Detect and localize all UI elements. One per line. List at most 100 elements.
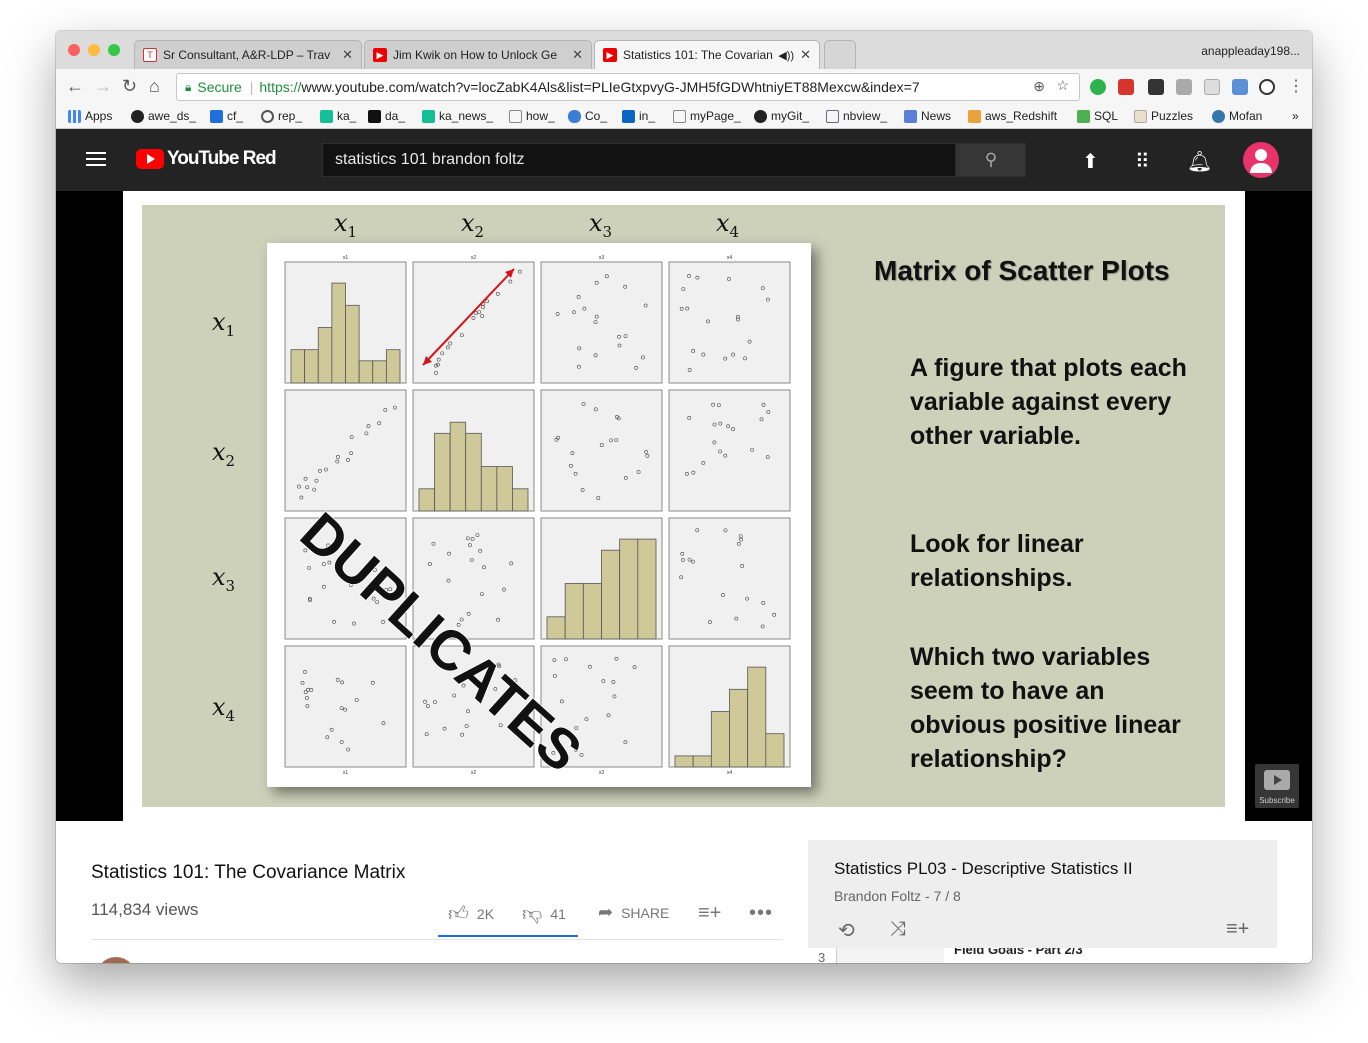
bookmark-mygit[interactable]: myGit_ [754,109,809,123]
matrix-cell [412,645,535,768]
histogram-bar [290,349,306,384]
teal-t-icon: T [143,48,157,62]
secure-label: Secure [197,79,242,95]
search-input[interactable]: statistics 101 brandon foltz [322,143,956,177]
extension-gray-icon[interactable] [1176,79,1192,95]
lock-icon: 🔒︎ [185,79,192,94]
tab-statistics-101[interactable]: ▶ Statistics 101: The Covarian ◀)) ✕ [594,40,820,69]
bookmark-how[interactable]: how_ [509,109,555,123]
playlist-item[interactable]: 3 Field Goals - Part 2/3 [808,948,1277,963]
hamburger-menu-icon[interactable] [86,152,106,166]
histogram-bar [729,688,749,768]
extension-google-icon[interactable] [1259,79,1275,95]
bookmark-news[interactable]: News [904,109,951,123]
bookmark-awe-ds[interactable]: awe_ds_ [131,109,196,123]
extension-blue-icon[interactable] [1232,79,1248,95]
search-button[interactable]: ⚲ [956,143,1026,177]
slide-title: Matrix of Scatter Plots [874,255,1170,286]
maximize-window-button[interactable] [108,44,120,56]
bookmark-star-icon[interactable]: ☆ [1056,77,1069,94]
tab-jim-kwik[interactable]: ▶ Jim Kwik on How to Unlock Ge ✕ [364,40,592,69]
close-tab-icon[interactable]: ✕ [572,47,583,63]
row-header-x3: x3 [212,563,236,595]
profile-name[interactable]: anappleaday198... [1201,44,1300,58]
subscribe-watermark[interactable]: Subscribe [1255,764,1299,808]
tab-sr-consultant[interactable]: T Sr Consultant, A&R-LDP – Trav ✕ [134,40,362,69]
apps-grid-icon [68,109,81,123]
histogram-bar [480,466,498,512]
bookmark-mypage[interactable]: myPage_ [673,109,741,123]
more-actions-button[interactable]: ••• [749,902,773,925]
extension-light-icon[interactable] [1204,79,1220,95]
youtube-icon: ▶ [603,48,617,62]
bookmark-ka[interactable]: ka_ [320,109,356,123]
close-tab-icon[interactable]: ✕ [800,47,811,63]
tab-strip: T Sr Consultant, A&R-LDP – Trav ✕ ▶ Jim … [56,31,1312,69]
bookmark-nbview[interactable]: nbview_ [826,109,887,123]
forward-arrow-icon[interactable]: → [94,76,112,97]
account-avatar[interactable] [1243,142,1279,178]
bookmark-puzzles[interactable]: Puzzles [1134,109,1193,123]
bookmark-ka-news[interactable]: ka_news_ [422,109,493,123]
like-button[interactable]: 👍︎ 2K [448,902,494,926]
bookmark-da[interactable]: da_ [368,109,405,123]
video-player[interactable]: x1 x2 x3 x4 x1 x2 x3 x4 x1 x2 x3 x4 x1 x2 x3 x4… [56,191,1312,821]
close-tab-icon[interactable]: ✕ [342,47,353,63]
apps-grid-icon[interactable]: ⠿ [1135,149,1150,174]
address-bar[interactable]: 🔒︎ Secure | https:// www.youtube.com/wat… [176,73,1080,101]
notifications-bell-icon[interactable]: 🔔︎ [1187,149,1212,174]
extension-red-icon[interactable] [1118,79,1134,95]
histogram-bar [747,666,767,768]
vt-icon [210,109,223,123]
url-text: www.youtube.com/watch?v=locZabK4Als&list… [301,79,920,95]
bookmark-in[interactable]: in_ [622,109,655,123]
slide-paragraph-1: A figure that plots each variable agains… [910,354,1187,450]
upload-icon[interactable]: ⬆ [1082,149,1099,174]
shuffle-icon[interactable]: ⤨ [890,918,906,941]
bookmark-co[interactable]: Co_ [568,109,607,123]
cell-bottom-label: x2 [471,770,477,776]
bookmark-cf[interactable]: cf_ [210,109,243,123]
k-icon [320,109,333,123]
browser-menu-icon[interactable]: ⋮ [1288,76,1304,96]
histogram-bar [512,488,529,512]
matrix-cell [412,261,535,384]
histogram-bar [434,432,451,512]
back-arrow-icon[interactable]: ← [66,76,84,97]
save-playlist-icon[interactable]: ≡+ [1226,918,1249,941]
bookmark-apps[interactable]: Apps [68,109,112,123]
close-window-button[interactable] [68,44,80,56]
extension-green-icon[interactable] [1090,79,1106,95]
audio-playing-icon[interactable]: ◀)) [778,49,794,62]
zoom-icon[interactable]: ⊕ [1033,78,1045,95]
reload-icon[interactable]: ↻ [122,76,137,97]
minimize-window-button[interactable] [88,44,100,56]
bookmark-rep[interactable]: rep_ [261,109,302,123]
aws-icon [968,109,981,123]
bookmark-aws-redshift[interactable]: aws_Redshift [968,109,1057,123]
channel-avatar[interactable] [96,957,136,963]
home-icon[interactable]: ⌂ [149,76,160,97]
playlist-title[interactable]: Statistics PL03 - Descriptive Statistics… [834,859,1133,879]
new-tab-button[interactable] [824,40,856,69]
youtube-logo[interactable]: YouTube Red [136,148,277,170]
extension-dark-icon[interactable] [1148,79,1164,95]
col-header-x2: x2 [461,209,485,241]
loop-icon[interactable]: ⟲ [838,918,855,943]
col-header-x3: x3 [589,209,613,241]
row-header-x2: x2 [212,438,236,470]
add-to-playlist-button[interactable]: ≡+ [698,902,721,925]
nb-icon [826,109,839,123]
bookmark-mofan[interactable]: Mofan [1212,109,1262,123]
histogram-bar [496,466,513,512]
dislike-button[interactable]: 👎︎ 41 [522,902,566,926]
histogram-bar [465,432,482,512]
bookmark-sql[interactable]: SQL [1077,109,1118,123]
bookmarks-more-button[interactable]: » [1292,109,1299,123]
thumbs-down-icon: 👎︎ [522,903,543,925]
matrix-cell [284,645,407,768]
histogram-bar [385,349,401,384]
share-button[interactable]: ➦ SHARE [598,902,669,923]
histogram-bar [564,583,584,640]
playlist-item-thumbnail [836,948,944,963]
